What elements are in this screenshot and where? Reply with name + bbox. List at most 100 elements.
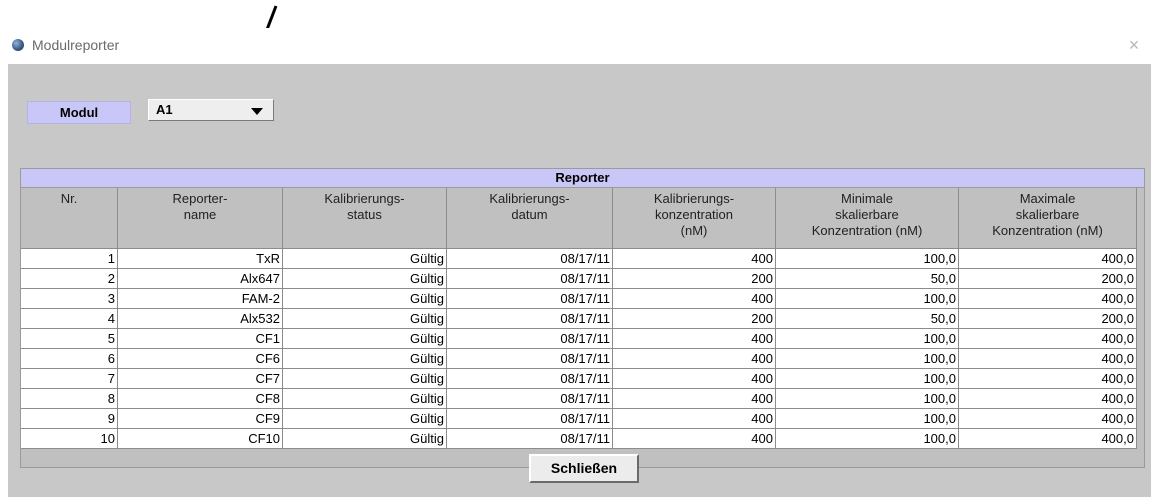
table-row[interactable]: 9 CF9 Gültig 08/17/11 400 100,0 400,0: [21, 409, 1137, 429]
cell-kalibrierungs-konzentration: 200: [613, 269, 776, 289]
cell-reporter-name: CF6: [118, 349, 283, 369]
cell-kalibrierungs-datum: 08/17/11: [447, 409, 613, 429]
cell-maximale-konzentration: 400,0: [959, 429, 1137, 449]
cell-kalibrierungs-datum: 08/17/11: [447, 389, 613, 409]
table-row[interactable]: 2 Alx647 Gültig 08/17/11 200 50,0 200,0: [21, 269, 1137, 289]
table-row[interactable]: 3 FAM-2 Gültig 08/17/11 400 100,0 400,0: [21, 289, 1137, 309]
column-header-reporter-name[interactable]: Reporter- name: [118, 188, 283, 249]
cell-kalibrierungs-konzentration: 400: [613, 329, 776, 349]
cell-kalibrierungs-status: Gültig: [283, 389, 447, 409]
modulreporter-window: Modulreporter × Modul A1 Reporter Nr. Rep…: [8, 28, 1151, 497]
cell-minimale-konzentration: 100,0: [776, 429, 959, 449]
close-icon[interactable]: ×: [1123, 34, 1145, 56]
table-row[interactable]: 5 CF1 Gültig 08/17/11 400 100,0 400,0: [21, 329, 1137, 349]
table-row[interactable]: 10 CF10 Gültig 08/17/11 400 100,0 400,0: [21, 429, 1137, 449]
cell-minimale-konzentration: 100,0: [776, 369, 959, 389]
cell-kalibrierungs-konzentration: 400: [613, 249, 776, 269]
cell-kalibrierungs-status: Gültig: [283, 249, 447, 269]
cell-minimale-konzentration: 50,0: [776, 309, 959, 329]
cell-nr: 8: [21, 389, 118, 409]
cell-kalibrierungs-status: Gültig: [283, 309, 447, 329]
table-row[interactable]: 6 CF6 Gültig 08/17/11 400 100,0 400,0: [21, 349, 1137, 369]
cell-minimale-konzentration: 100,0: [776, 389, 959, 409]
cell-nr: 6: [21, 349, 118, 369]
cell-maximale-konzentration: 400,0: [959, 369, 1137, 389]
cell-nr: 3: [21, 289, 118, 309]
cell-kalibrierungs-status: Gültig: [283, 409, 447, 429]
cell-kalibrierungs-datum: 08/17/11: [447, 329, 613, 349]
reporter-table-panel: Reporter Nr. Reporter- name Kalibrierungs-…: [20, 168, 1145, 468]
cell-reporter-name: CF7: [118, 369, 283, 389]
cell-nr: 1: [21, 249, 118, 269]
modul-dropdown[interactable]: A1: [148, 99, 274, 121]
app-icon: [12, 39, 24, 51]
cell-nr: 5: [21, 329, 118, 349]
cell-reporter-name: TxR: [118, 249, 283, 269]
cell-maximale-konzentration: 400,0: [959, 249, 1137, 269]
dialog-body: Modul A1 Reporter Nr. Reporter- name Kalib…: [8, 64, 1151, 497]
cell-reporter-name: CF1: [118, 329, 283, 349]
table-row[interactable]: 8 CF8 Gültig 08/17/11 400 100,0 400,0: [21, 389, 1137, 409]
cell-kalibrierungs-datum: 08/17/11: [447, 309, 613, 329]
window-title: Modulreporter: [32, 37, 120, 53]
cell-nr: 10: [21, 429, 118, 449]
cell-minimale-konzentration: 100,0: [776, 409, 959, 429]
cell-maximale-konzentration: 200,0: [959, 309, 1137, 329]
cell-reporter-name: CF9: [118, 409, 283, 429]
chevron-down-icon[interactable]: [251, 108, 263, 115]
column-header-maximale-konzentration[interactable]: Maximale skalierbare Konzentration (nM): [959, 188, 1137, 249]
cell-reporter-name: FAM-2: [118, 289, 283, 309]
cell-kalibrierungs-datum: 08/17/11: [447, 349, 613, 369]
table-row[interactable]: 4 Alx532 Gültig 08/17/11 200 50,0 200,0: [21, 309, 1137, 329]
cell-minimale-konzentration: 50,0: [776, 269, 959, 289]
cell-maximale-konzentration: 400,0: [959, 329, 1137, 349]
cell-maximale-konzentration: 200,0: [959, 269, 1137, 289]
cell-kalibrierungs-datum: 08/17/11: [447, 429, 613, 449]
column-header-kalibrierungs-konzentration[interactable]: Kalibrierungs- konzentration (nM): [613, 188, 776, 249]
cell-nr: 2: [21, 269, 118, 289]
cell-kalibrierungs-datum: 08/17/11: [447, 369, 613, 389]
cell-kalibrierungs-konzentration: 400: [613, 289, 776, 309]
cell-nr: 9: [21, 409, 118, 429]
table-caption: Reporter: [21, 169, 1144, 188]
close-button[interactable]: Schließen: [529, 454, 639, 483]
cell-kalibrierungs-status: Gültig: [283, 329, 447, 349]
cell-kalibrierungs-konzentration: 400: [613, 409, 776, 429]
cell-kalibrierungs-status: Gültig: [283, 269, 447, 289]
cell-reporter-name: Alx647: [118, 269, 283, 289]
cell-reporter-name: CF10: [118, 429, 283, 449]
column-header-minimale-konzentration[interactable]: Minimale skalierbare Konzentration (nM): [776, 188, 959, 249]
reporter-table: Nr. Reporter- name Kalibrierungs- status Ka…: [21, 188, 1137, 449]
cell-kalibrierungs-status: Gültig: [283, 349, 447, 369]
cell-kalibrierungs-datum: 08/17/11: [447, 269, 613, 289]
cell-minimale-konzentration: 100,0: [776, 329, 959, 349]
title-bar: Modulreporter ×: [8, 28, 1151, 64]
cell-maximale-konzentration: 400,0: [959, 409, 1137, 429]
table-row[interactable]: 1 TxR Gültig 08/17/11 400 100,0 400,0: [21, 249, 1137, 269]
cell-kalibrierungs-status: Gültig: [283, 369, 447, 389]
cell-nr: 7: [21, 369, 118, 389]
cell-minimale-konzentration: 100,0: [776, 249, 959, 269]
cell-kalibrierungs-datum: 08/17/11: [447, 289, 613, 309]
cell-kalibrierungs-konzentration: 400: [613, 369, 776, 389]
table-row[interactable]: 7 CF7 Gültig 08/17/11 400 100,0 400,0: [21, 369, 1137, 389]
column-header-kalibrierungs-datum[interactable]: Kalibrierungs- datum: [447, 188, 613, 249]
cell-kalibrierungs-status: Gültig: [283, 429, 447, 449]
table-body: 1 TxR Gültig 08/17/11 400 100,0 400,0 2 Alx647 Gü…: [21, 249, 1137, 449]
cell-reporter-name: CF8: [118, 389, 283, 409]
cell-kalibrierungs-konzentration: 400: [613, 389, 776, 409]
cell-maximale-konzentration: 400,0: [959, 389, 1137, 409]
modul-label: Modul: [27, 101, 131, 124]
cell-kalibrierungs-konzentration: 400: [613, 429, 776, 449]
column-header-kalibrierungs-status[interactable]: Kalibrierungs- status: [283, 188, 447, 249]
cell-nr: 4: [21, 309, 118, 329]
cell-kalibrierungs-datum: 08/17/11: [447, 249, 613, 269]
cell-kalibrierungs-konzentration: 400: [613, 349, 776, 369]
cell-maximale-konzentration: 400,0: [959, 289, 1137, 309]
column-header-nr[interactable]: Nr.: [21, 188, 118, 249]
table-header-row: Nr. Reporter- name Kalibrierungs- status Ka…: [21, 188, 1137, 249]
cell-reporter-name: Alx532: [118, 309, 283, 329]
cell-minimale-konzentration: 100,0: [776, 349, 959, 369]
modul-selected-value: A1: [156, 102, 173, 117]
cell-minimale-konzentration: 100,0: [776, 289, 959, 309]
